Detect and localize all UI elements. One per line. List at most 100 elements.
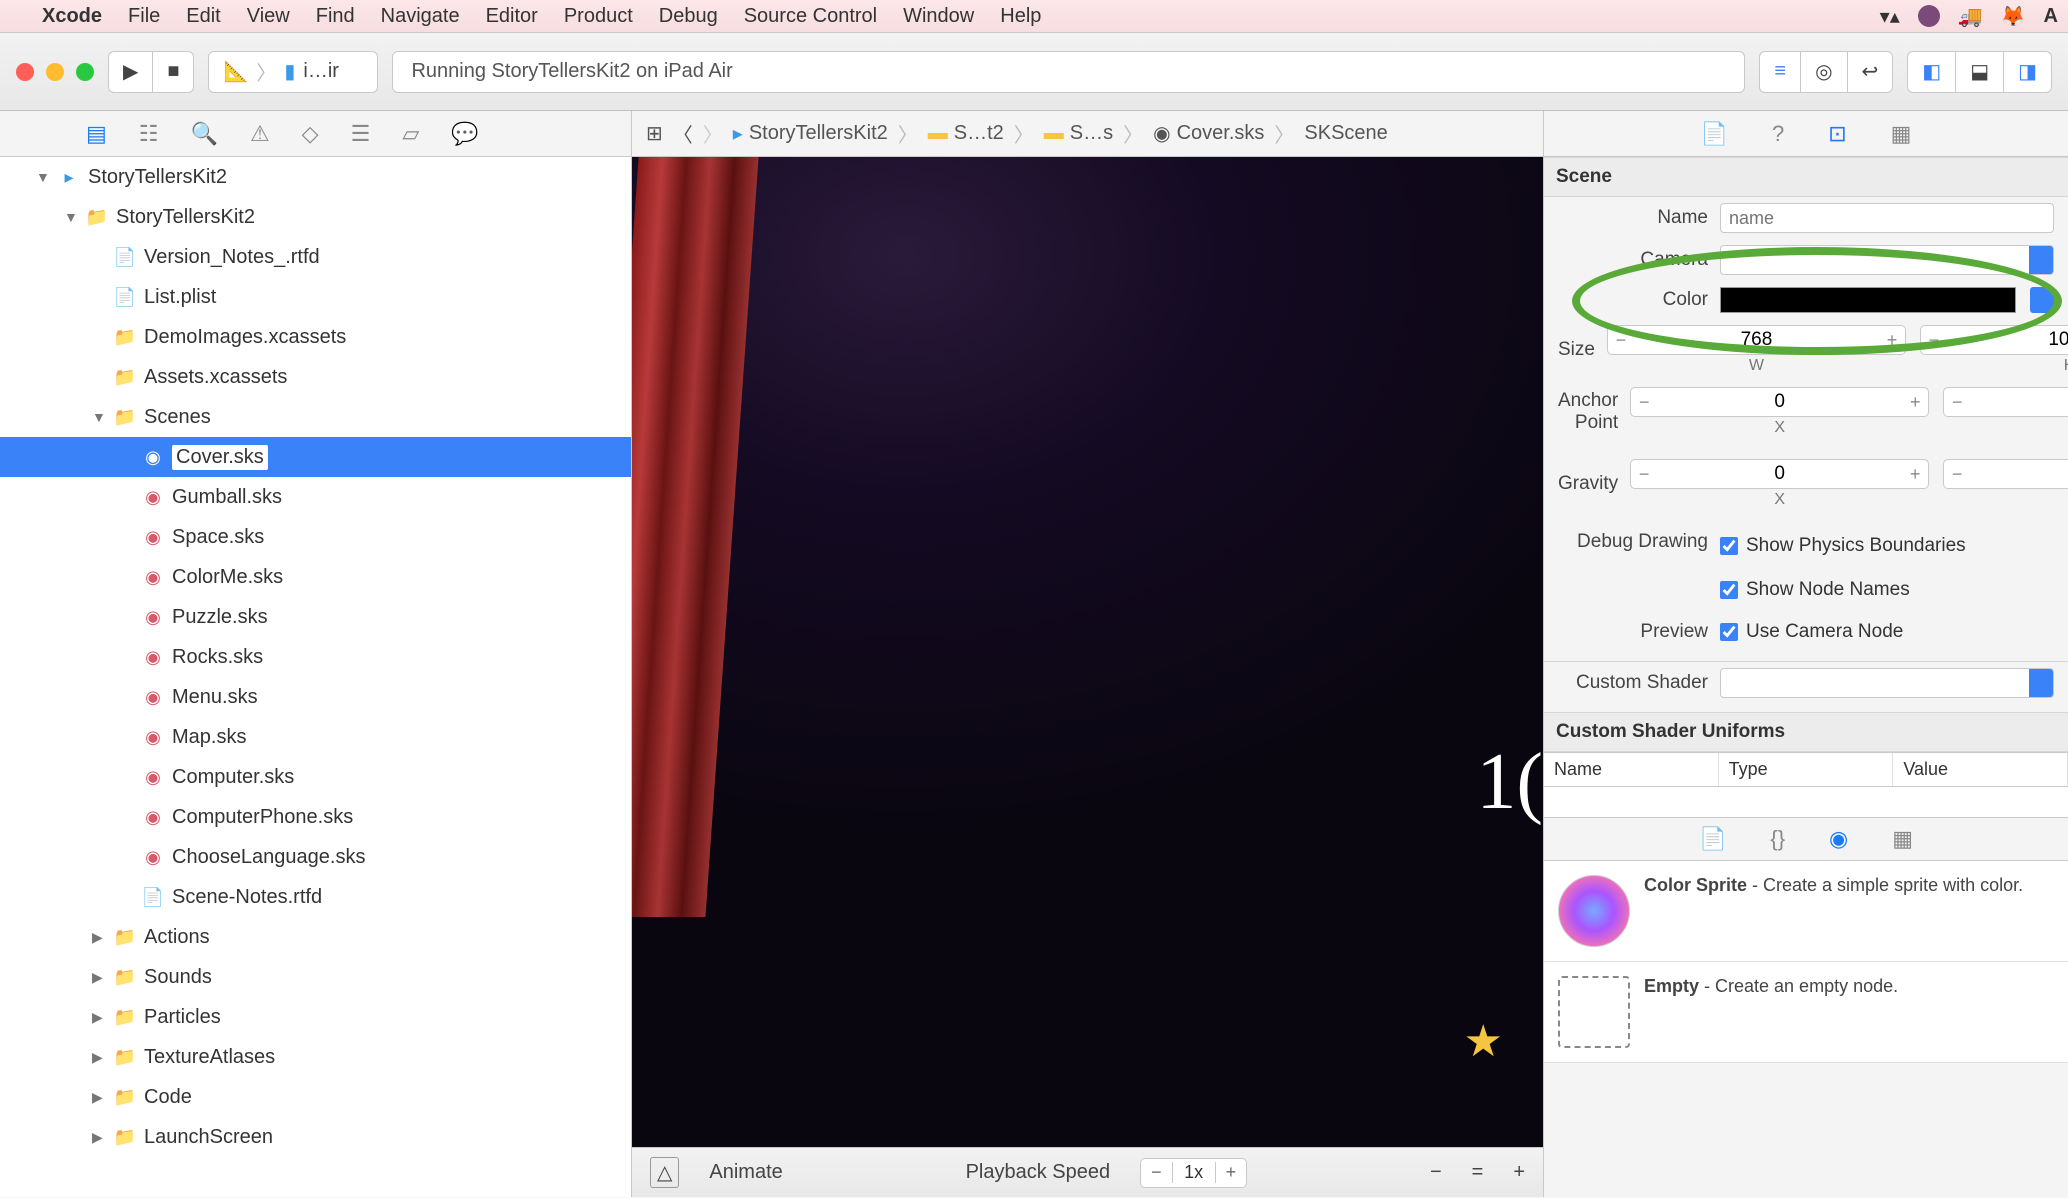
custom-shader-dropdown[interactable] <box>1720 668 2054 698</box>
playback-speed-stepper[interactable]: −1x+ <box>1140 1158 1247 1188</box>
report-navigator-tab[interactable]: 💬 <box>451 121 478 147</box>
size-height-value[interactable] <box>1947 329 2068 351</box>
library-inspector-tab[interactable]: ▦ <box>1891 121 1912 147</box>
stop-button[interactable]: ■ <box>152 51 194 93</box>
toggle-debug-area-button[interactable]: ⬓ <box>1955 51 2003 93</box>
animate-button[interactable]: Animate <box>709 1161 782 1184</box>
library-item-color-sprite[interactable]: Color Sprite - Create a simple sprite wi… <box>1544 861 2068 962</box>
tree-scene[interactable]: ◉ComputerPhone.sks <box>0 797 631 837</box>
camera-dropdown[interactable] <box>1720 245 2054 275</box>
media-library-tab[interactable]: ▦ <box>1892 826 1913 852</box>
assistant-editor-button[interactable]: ◎ <box>1800 51 1846 93</box>
crumb-scene[interactable]: SKScene <box>1304 122 1387 145</box>
dropbox-icon[interactable]: ▾▴ <box>1880 4 1900 29</box>
navigate-up-icon[interactable]: △ <box>650 1157 679 1188</box>
find-navigator-tab[interactable]: 🔍 <box>191 121 218 147</box>
zoom-out-button[interactable]: − <box>1430 1161 1442 1184</box>
version-editor-button[interactable]: ↩ <box>1847 51 1894 93</box>
menu-help[interactable]: Help <box>1000 5 1041 28</box>
tree-scene[interactable]: ◉Gumball.sks <box>0 477 631 517</box>
app-menu[interactable]: Xcode <box>42 5 102 28</box>
menu-window[interactable]: Window <box>903 5 974 28</box>
crumb-project[interactable]: StoryTellersKit2 <box>749 122 888 145</box>
tree-scene[interactable]: ◉ColorMe.sks <box>0 557 631 597</box>
tree-scene-selected[interactable]: ◉Cover.sks <box>0 437 631 477</box>
toggle-navigator-button[interactable]: ◧ <box>1907 51 1955 93</box>
toggle-inspector-button[interactable]: ◨ <box>2003 51 2052 93</box>
tree-scene[interactable]: ◉Space.sks <box>0 517 631 557</box>
menu-editor[interactable]: Editor <box>486 5 538 28</box>
anchor-x-stepper[interactable]: −+ <box>1630 387 1929 417</box>
adobe-icon[interactable]: A <box>2044 5 2058 28</box>
tree-folder[interactable]: ▶📁LaunchScreen <box>0 1117 631 1157</box>
tree-scene[interactable]: ◉Puzzle.sks <box>0 597 631 637</box>
status-dot-icon[interactable] <box>1918 5 1940 27</box>
tree-project-group[interactable]: ▼📁StoryTellersKit2 <box>0 197 631 237</box>
name-input[interactable] <box>1720 203 2054 233</box>
related-items-icon[interactable]: ⊞ <box>646 121 663 146</box>
tree-file[interactable]: 📄Version_Notes_.rtfd <box>0 237 631 277</box>
crumb-group2[interactable]: S…s <box>1070 122 1113 145</box>
tree-scene[interactable]: ◉Computer.sks <box>0 757 631 797</box>
tree-scene[interactable]: ◉ChooseLanguage.sks <box>0 837 631 877</box>
tree-root[interactable]: ▼▸StoryTellersKit2 <box>0 157 631 197</box>
crumb-group1[interactable]: S…t2 <box>954 122 1004 145</box>
gravity-x-stepper[interactable]: −+ <box>1630 459 1929 489</box>
attributes-inspector-tab[interactable]: ⊡ <box>1828 121 1846 147</box>
menu-file[interactable]: File <box>128 5 160 28</box>
library-item-empty[interactable]: Empty - Create an empty node. <box>1544 962 2068 1063</box>
gravity-x-value[interactable] <box>1657 463 1902 485</box>
show-node-names-checkbox[interactable]: Show Node Names <box>1720 575 1910 605</box>
test-navigator-tab[interactable]: ◇ <box>302 121 319 147</box>
close-window-button[interactable] <box>16 63 34 81</box>
gravity-y-stepper[interactable]: −+ <box>1943 459 2068 489</box>
size-width-value[interactable] <box>1634 329 1879 351</box>
menu-find[interactable]: Find <box>316 5 355 28</box>
tree-scenes-folder[interactable]: ▼📁Scenes <box>0 397 631 437</box>
tree-file[interactable]: 📄Scene-Notes.rtfd <box>0 877 631 917</box>
symbol-navigator-tab[interactable]: ☷ <box>139 121 159 147</box>
debug-navigator-tab[interactable]: ☰ <box>351 121 371 147</box>
issue-navigator-tab[interactable]: ⚠ <box>250 121 270 147</box>
menu-source-control[interactable]: Source Control <box>744 5 877 28</box>
breakpoint-navigator-tab[interactable]: ▱ <box>402 121 419 147</box>
anchor-y-value[interactable] <box>1970 391 2068 413</box>
show-physics-checkbox[interactable]: Show Physics Boundaries <box>1720 531 1966 561</box>
color-dropdown-button[interactable] <box>2030 287 2054 313</box>
tree-folder[interactable]: ▶📁Actions <box>0 917 631 957</box>
menu-edit[interactable]: Edit <box>186 5 220 28</box>
standard-editor-button[interactable]: ≡ <box>1759 51 1800 93</box>
app-icon-1[interactable]: 🦊 <box>2001 4 2026 29</box>
help-inspector-tab[interactable]: ? <box>1772 121 1784 147</box>
anchor-y-stepper[interactable]: −+ <box>1943 387 2068 417</box>
zoom-in-button[interactable]: + <box>1513 1161 1525 1184</box>
tree-scene[interactable]: ◉Menu.sks <box>0 677 631 717</box>
tree-folder[interactable]: ▶📁Code <box>0 1077 631 1117</box>
file-template-library-tab[interactable]: 📄 <box>1699 826 1726 852</box>
tree-file[interactable]: 📁DemoImages.xcassets <box>0 317 631 357</box>
truck-icon[interactable]: 🚚 <box>1958 4 1983 29</box>
crumb-file[interactable]: Cover.sks <box>1177 122 1265 145</box>
run-button[interactable]: ▶ <box>108 51 152 93</box>
size-width-stepper[interactable]: −+ <box>1607 325 1906 355</box>
tree-scene[interactable]: ◉Map.sks <box>0 717 631 757</box>
menu-navigate[interactable]: Navigate <box>381 5 460 28</box>
color-well[interactable] <box>1720 287 2016 313</box>
anchor-x-value[interactable] <box>1657 391 1902 413</box>
forward-button[interactable]: 〉 <box>703 119 723 148</box>
menu-view[interactable]: View <box>247 5 290 28</box>
tree-file[interactable]: 📁Assets.xcassets <box>0 357 631 397</box>
minimize-window-button[interactable] <box>46 63 64 81</box>
gravity-y-value[interactable] <box>1970 463 2068 485</box>
zoom-fit-button[interactable]: = <box>1472 1161 1484 1184</box>
tree-folder[interactable]: ▶📁Particles <box>0 997 631 1037</box>
back-button[interactable]: 〈 <box>673 119 693 148</box>
tree-folder[interactable]: ▶📁TextureAtlases <box>0 1037 631 1077</box>
object-library-tab[interactable]: ◉ <box>1829 826 1848 852</box>
scene-canvas[interactable]: 1( ★ <box>632 157 1543 1147</box>
zoom-window-button[interactable] <box>76 63 94 81</box>
tree-file[interactable]: 📄List.plist <box>0 277 631 317</box>
jump-bar[interactable]: ⊞ 〈 〉 ▸StoryTellersKit2 〉 ▬S…t2 〉 ▬S…s 〉… <box>632 111 1544 156</box>
file-inspector-tab[interactable]: 📄 <box>1701 121 1728 147</box>
scheme-selector[interactable]: 📐 〉 ▮ i…ir <box>208 51 378 93</box>
